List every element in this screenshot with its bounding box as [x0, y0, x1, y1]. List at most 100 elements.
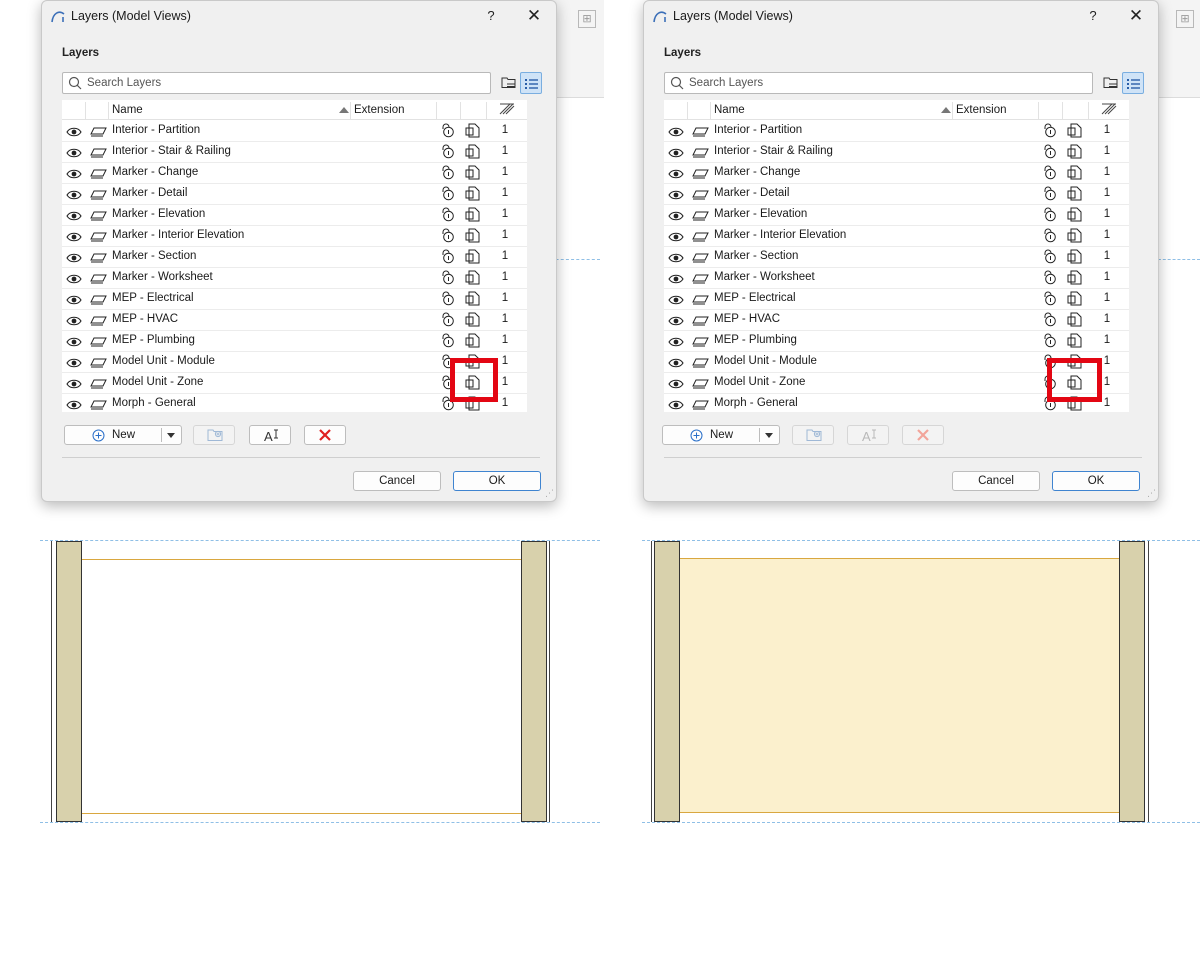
layer-stack-icon[interactable] — [90, 273, 107, 287]
rename-button[interactable]: A — [847, 425, 889, 445]
layer-stack-icon[interactable] — [90, 231, 107, 245]
ok-button[interactable]: OK — [1052, 471, 1140, 491]
intersection-group-number[interactable]: 1 — [498, 355, 512, 367]
layer-stack-icon[interactable] — [90, 210, 107, 224]
eye-icon[interactable] — [668, 168, 684, 182]
new-folder-button[interactable] — [792, 425, 834, 445]
table-row[interactable]: Marker - Worksheet 1 — [62, 268, 527, 289]
lock-icon[interactable] — [1042, 228, 1058, 246]
wireframe-view-icon[interactable] — [465, 333, 481, 351]
lock-icon[interactable] — [1042, 144, 1058, 162]
intersection-group-number[interactable]: 1 — [1100, 355, 1114, 367]
eye-icon[interactable] — [66, 231, 82, 245]
table-row[interactable]: MEP - Electrical 1 — [62, 289, 527, 310]
table-row[interactable]: Marker - Section 1 — [664, 247, 1129, 268]
toolbar-grid-icon[interactable]: ⊞ — [578, 10, 596, 28]
eye-icon[interactable] — [668, 294, 684, 308]
rename-button[interactable]: A — [249, 425, 291, 445]
layer-stack-icon[interactable] — [90, 315, 107, 329]
eye-icon[interactable] — [66, 315, 82, 329]
eye-icon[interactable] — [66, 399, 82, 412]
intersection-group-number[interactable]: 1 — [498, 397, 512, 409]
intersection-group-number[interactable]: 1 — [1100, 166, 1114, 178]
wireframe-view-icon[interactable] — [465, 123, 481, 141]
layer-stack-icon[interactable] — [692, 399, 709, 412]
search-field[interactable] — [62, 72, 491, 94]
layer-stack-icon[interactable] — [90, 147, 107, 161]
eye-icon[interactable] — [668, 378, 684, 392]
lock-icon[interactable] — [440, 270, 456, 288]
intersection-group-number[interactable]: 1 — [498, 145, 512, 157]
eye-icon[interactable] — [66, 273, 82, 287]
eye-icon[interactable] — [66, 126, 82, 140]
eye-icon[interactable] — [668, 336, 684, 350]
lock-icon[interactable] — [440, 228, 456, 246]
intersection-group-number[interactable]: 1 — [498, 187, 512, 199]
lock-icon[interactable] — [1042, 249, 1058, 267]
intersection-group-number[interactable]: 1 — [498, 208, 512, 220]
table-row[interactable]: MEP - HVAC 1 — [62, 310, 527, 331]
zone-area-filled[interactable] — [680, 558, 1120, 813]
table-row[interactable]: Interior - Partition 1 — [62, 121, 527, 142]
table-row[interactable]: Interior - Partition 1 — [664, 121, 1129, 142]
new-folder-button[interactable] — [193, 425, 235, 445]
lock-icon[interactable] — [440, 186, 456, 204]
lock-icon[interactable] — [1042, 165, 1058, 183]
intersection-group-number[interactable]: 1 — [1100, 250, 1114, 262]
help-button[interactable]: ? — [1082, 5, 1104, 27]
table-row[interactable]: MEP - HVAC 1 — [664, 310, 1129, 331]
wireframe-view-icon[interactable] — [1067, 291, 1083, 309]
wireframe-view-icon[interactable] — [1067, 165, 1083, 183]
search-input[interactable] — [85, 74, 485, 92]
eye-icon[interactable] — [66, 357, 82, 371]
intersection-group-number[interactable]: 1 — [1100, 208, 1114, 220]
intersection-group-number[interactable]: 1 — [1100, 145, 1114, 157]
resize-grip-icon[interactable]: ⋰ — [545, 488, 554, 499]
eye-icon[interactable] — [668, 315, 684, 329]
column-right[interactable] — [1119, 541, 1145, 822]
layer-stack-icon[interactable] — [692, 378, 709, 392]
layer-stack-icon[interactable] — [692, 273, 709, 287]
table-row[interactable]: Marker - Detail 1 — [62, 184, 527, 205]
pen-set-icon[interactable] — [1101, 103, 1117, 115]
layer-stack-icon[interactable] — [692, 336, 709, 350]
cancel-button[interactable]: Cancel — [353, 471, 441, 491]
wireframe-view-icon[interactable] — [1067, 228, 1083, 246]
layer-stack-icon[interactable] — [692, 357, 709, 371]
intersection-group-number[interactable]: 1 — [1100, 313, 1114, 325]
intersection-group-number[interactable]: 1 — [498, 229, 512, 241]
eye-icon[interactable] — [66, 210, 82, 224]
intersection-group-number[interactable]: 1 — [1100, 187, 1114, 199]
intersection-group-number[interactable]: 1 — [498, 166, 512, 178]
resize-grip-icon[interactable]: ⋰ — [1147, 488, 1156, 499]
layer-stack-icon[interactable] — [90, 126, 107, 140]
table-row[interactable]: Interior - Stair & Railing 1 — [62, 142, 527, 163]
lock-icon[interactable] — [1042, 270, 1058, 288]
eye-icon[interactable] — [668, 126, 684, 140]
table-row[interactable]: Marker - Detail 1 — [664, 184, 1129, 205]
table-row[interactable]: Marker - Elevation 1 — [664, 205, 1129, 226]
layer-stack-icon[interactable] — [90, 252, 107, 266]
layer-stack-icon[interactable] — [692, 189, 709, 203]
lock-icon[interactable] — [440, 333, 456, 351]
layer-stack-icon[interactable] — [90, 189, 107, 203]
column-header-extension[interactable]: Extension — [354, 104, 405, 116]
lock-icon[interactable] — [1042, 333, 1058, 351]
lock-icon[interactable] — [440, 312, 456, 330]
intersection-group-number[interactable]: 1 — [498, 250, 512, 262]
lock-icon[interactable] — [1042, 207, 1058, 225]
dialog-titlebar[interactable]: Layers (Model Views) ? ✕ — [42, 1, 556, 33]
table-row[interactable]: Marker - Interior Elevation 1 — [664, 226, 1129, 247]
wireframe-view-icon[interactable] — [1067, 270, 1083, 288]
eye-icon[interactable] — [668, 357, 684, 371]
lock-icon[interactable] — [1042, 312, 1058, 330]
layer-stack-icon[interactable] — [692, 147, 709, 161]
intersection-group-number[interactable]: 1 — [498, 292, 512, 304]
lock-icon[interactable] — [440, 144, 456, 162]
table-row[interactable]: MEP - Electrical 1 — [664, 289, 1129, 310]
toolbar-grid-icon[interactable]: ⊞ — [1176, 10, 1194, 28]
eye-icon[interactable] — [668, 252, 684, 266]
intersection-group-number[interactable]: 1 — [498, 334, 512, 346]
layer-stack-icon[interactable] — [692, 168, 709, 182]
eye-icon[interactable] — [668, 273, 684, 287]
